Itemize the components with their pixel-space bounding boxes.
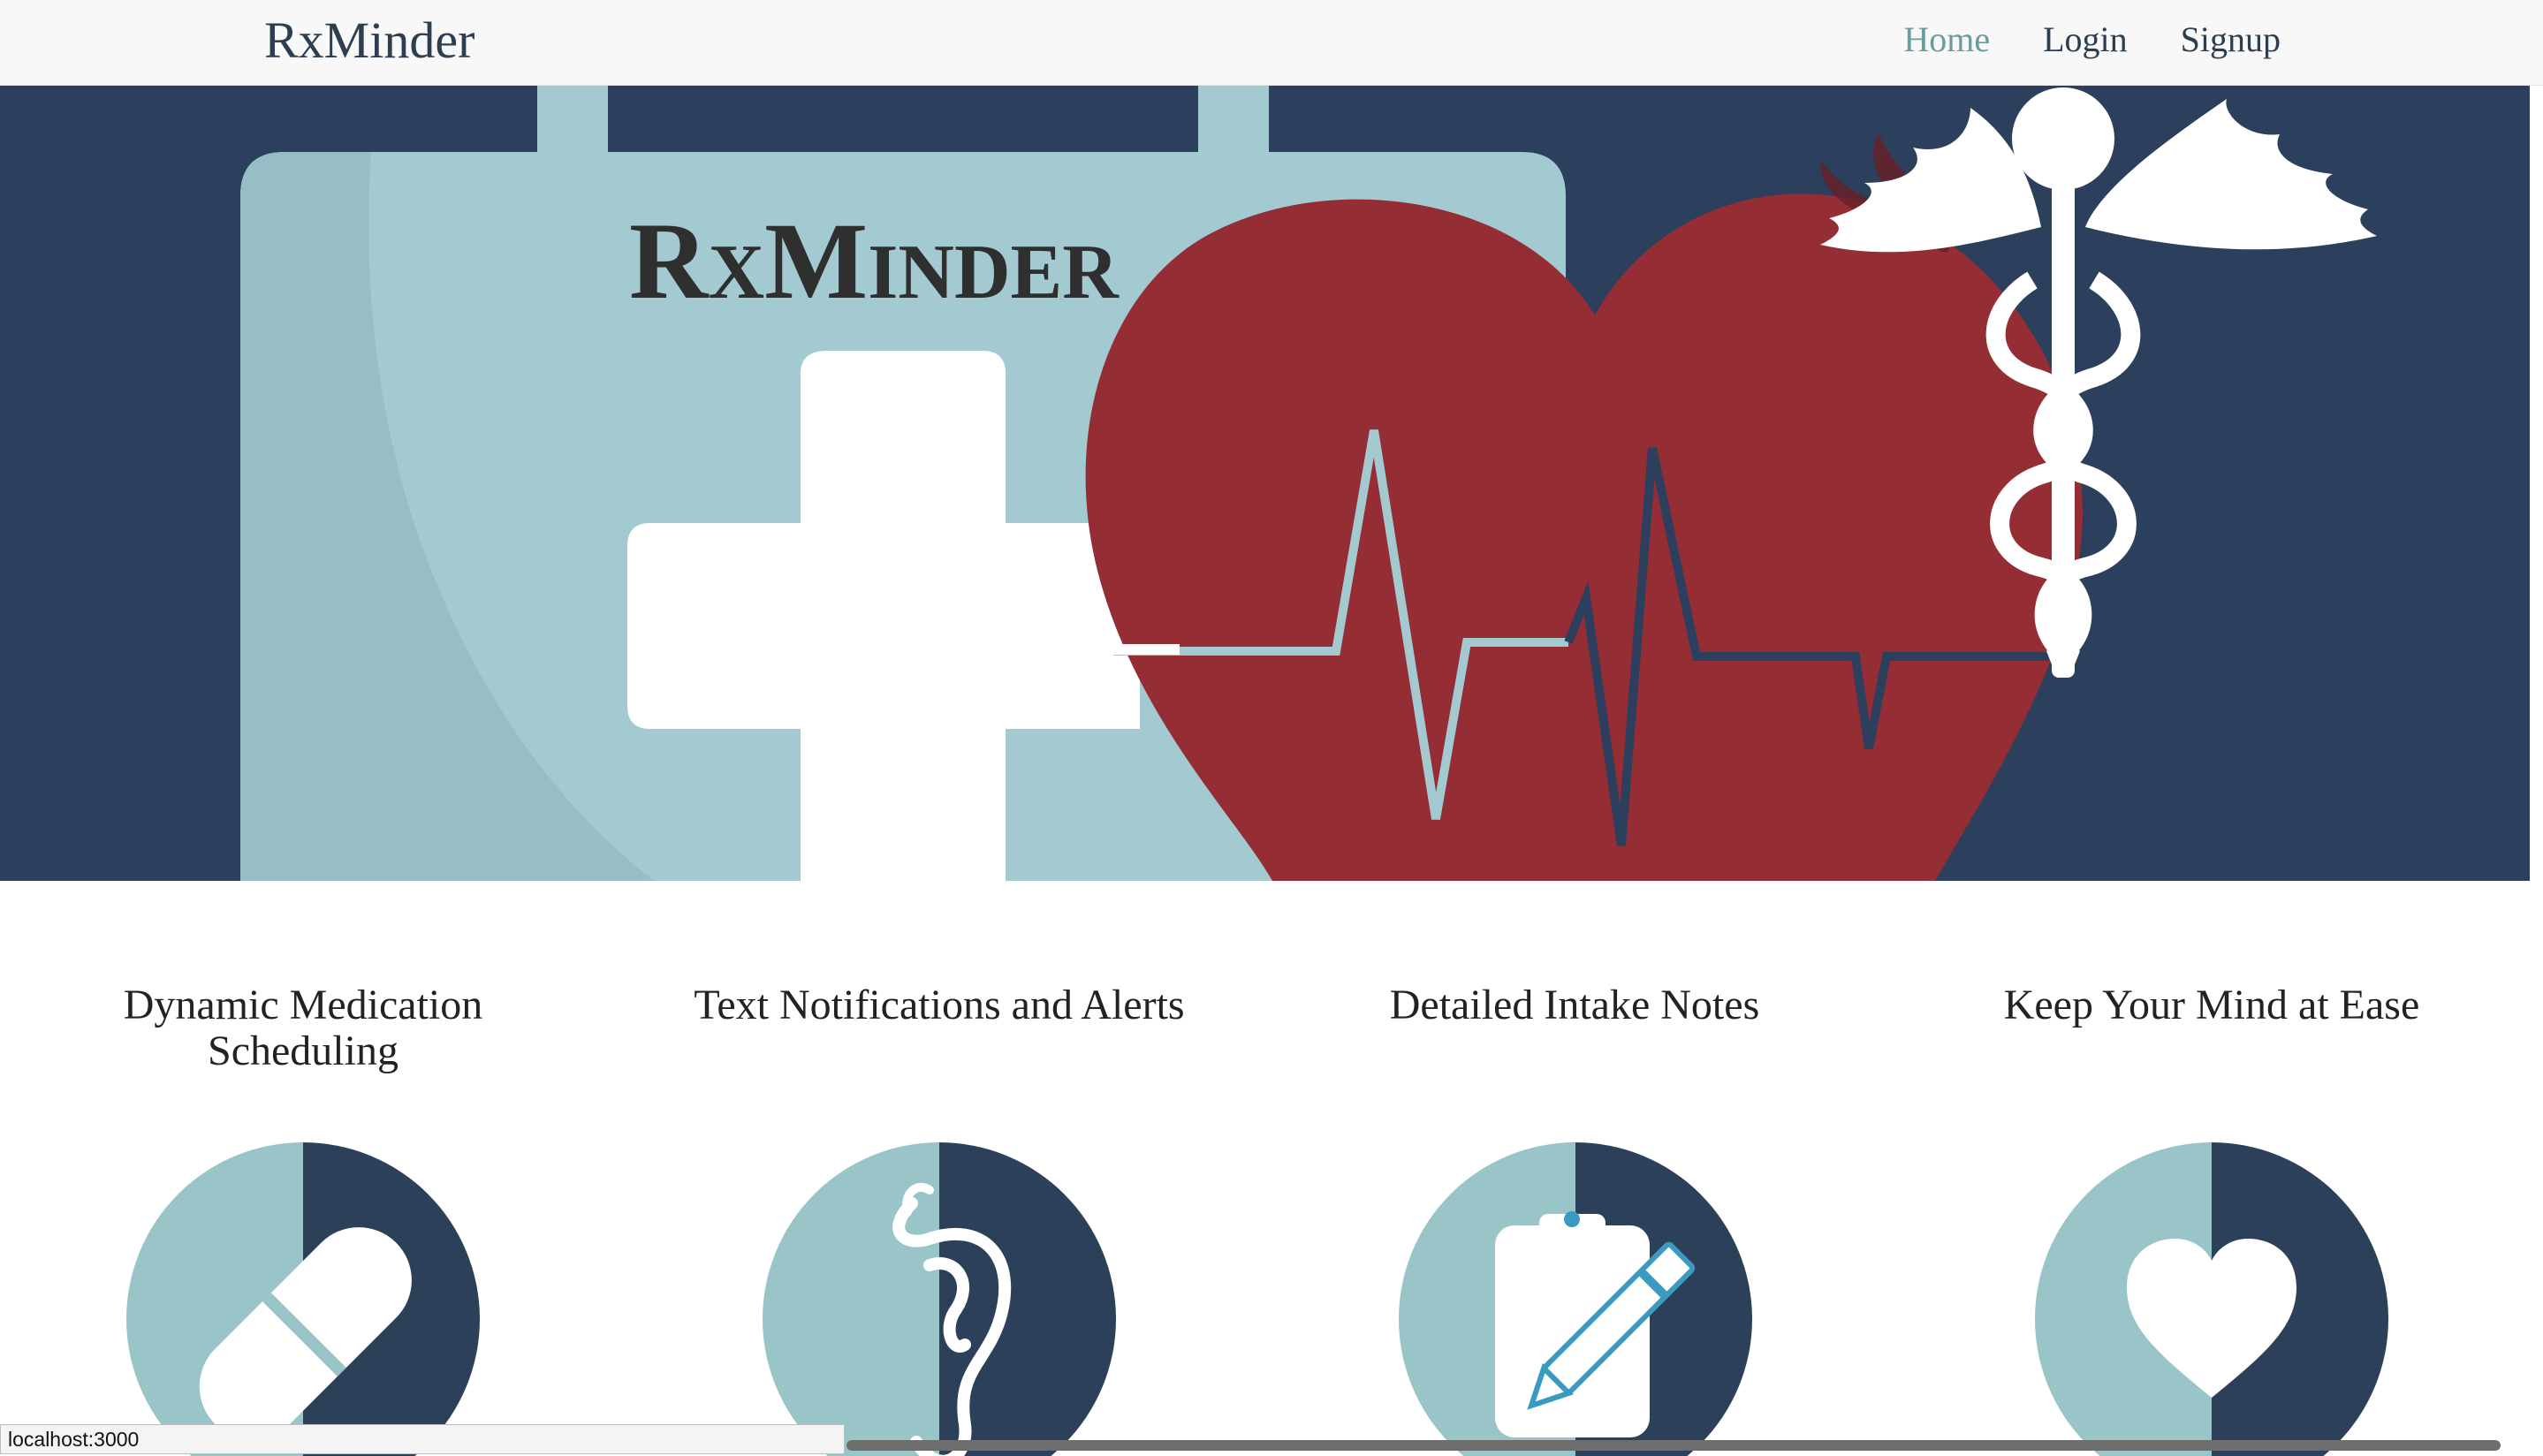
nav-links: Home Login Signup: [1903, 12, 2281, 67]
clipboard-pencil-icon: [1399, 1142, 1752, 1456]
nav-login-link[interactable]: Login: [2043, 12, 2128, 67]
feature-mind-at-ease: Keep Your Mind at Ease: [1924, 982, 2499, 1028]
scrollbar-thumb[interactable]: [846, 1440, 2501, 1451]
horizontal-scrollbar[interactable]: [846, 1440, 2501, 1451]
feature-text-notifications: Text Notifications and Alerts: [652, 982, 1226, 1028]
heart-icon: [2035, 1142, 2388, 1456]
browser-status-bar: localhost:3000: [0, 1424, 845, 1454]
feature-title: Keep Your Mind at Ease: [2003, 982, 2420, 1028]
browser-viewport: RxMinder Home Login Signup RXMINDER Dyna…: [0, 0, 2543, 1456]
ear-icon: [763, 1142, 1116, 1456]
hero-banner: RXMINDER: [0, 86, 2530, 881]
nav-signup-link[interactable]: Signup: [2181, 12, 2281, 67]
feature-title: Text Notifications and Alerts: [694, 982, 1185, 1028]
feature-title: Dynamic Medication Scheduling: [123, 982, 483, 1074]
hero-illustration: RXMINDER: [240, 86, 2377, 881]
bag-handle-right: [1198, 86, 1269, 156]
navbar: RxMinder Home Login Signup: [0, 0, 2543, 86]
feature-intake-notes: Detailed Intake Notes: [1287, 982, 1862, 1028]
pill-icon: [126, 1142, 480, 1456]
heartbeat-line-stub: [1109, 644, 1180, 655]
heart-illustration: [1085, 193, 2083, 881]
bag-handle-left: [537, 86, 608, 156]
nav-home-link[interactable]: Home: [1903, 12, 1990, 67]
feature-title: Detailed Intake Notes: [1389, 982, 1760, 1028]
brand-link[interactable]: RxMinder: [264, 9, 474, 72]
feature-medication-scheduling: Dynamic Medication Scheduling: [16, 982, 590, 1074]
